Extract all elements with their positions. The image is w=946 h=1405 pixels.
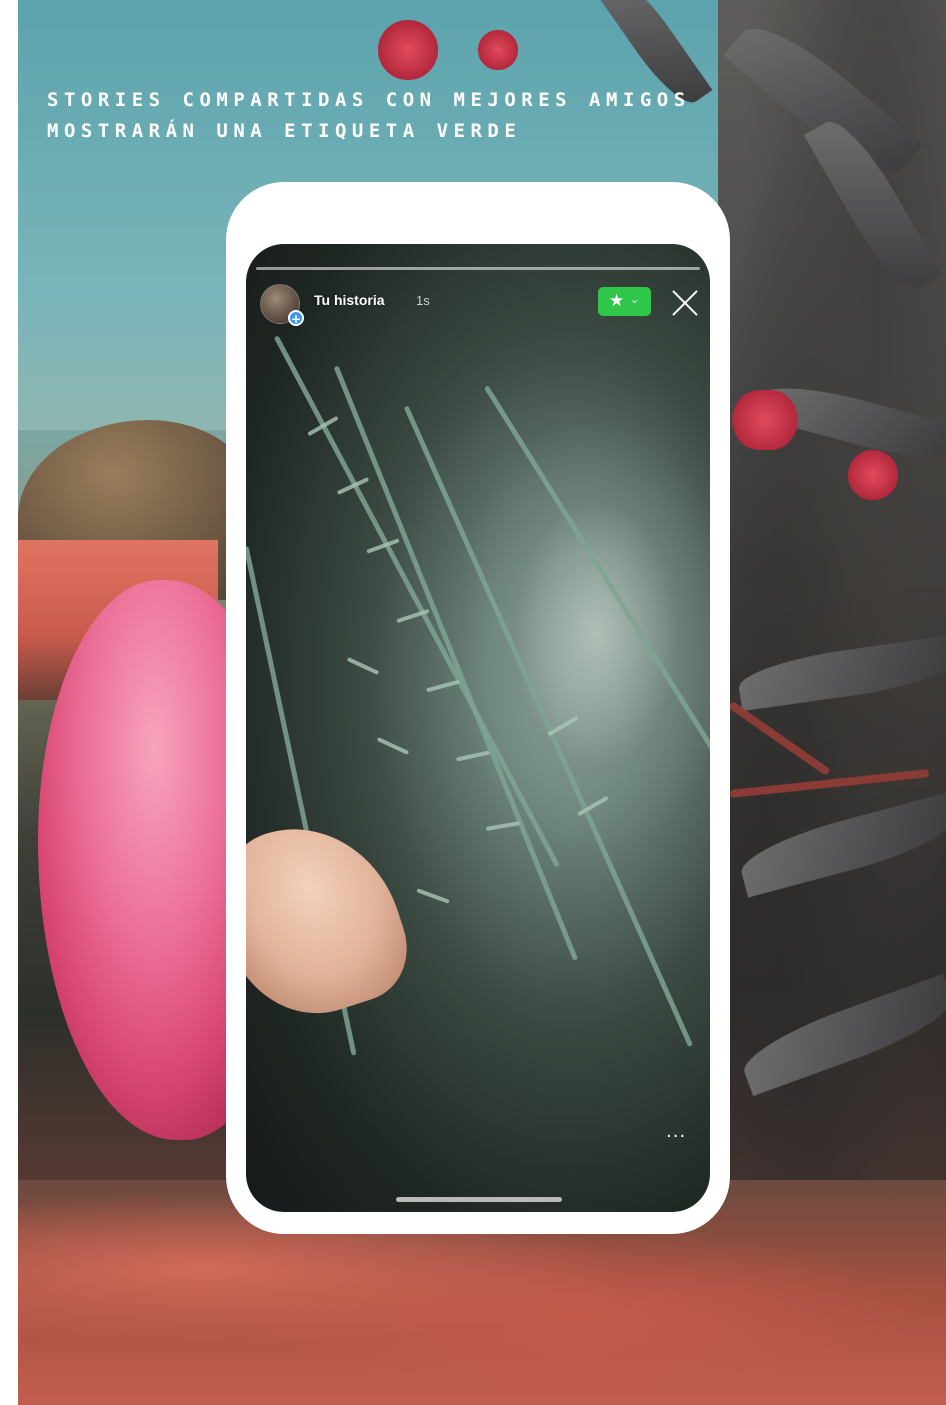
add-story-icon[interactable]: + bbox=[288, 310, 304, 326]
story-username[interactable]: Tu historia bbox=[314, 292, 385, 308]
fern-leaflet bbox=[416, 888, 450, 904]
story-progress-bar bbox=[256, 267, 700, 270]
story-screen[interactable]: + Tu historia 1s ★ ⌄ ··· bbox=[246, 244, 710, 1212]
red-flower bbox=[730, 390, 800, 450]
headline: Stories compartidas con mejores amigos m… bbox=[47, 85, 687, 147]
close-friends-badge[interactable]: ★ ⌄ bbox=[598, 287, 651, 316]
more-options-icon[interactable]: ··· bbox=[666, 1128, 692, 1146]
red-flower bbox=[848, 450, 898, 500]
fern-leaflet bbox=[376, 737, 410, 755]
close-icon[interactable] bbox=[670, 288, 700, 318]
fern-leaflet bbox=[426, 679, 460, 693]
headline-line-1: Stories compartidas con mejores amigos bbox=[47, 89, 691, 111]
star-icon: ★ bbox=[609, 291, 625, 311]
hand bbox=[246, 802, 422, 1036]
headline-line-2: mostrarán una etiqueta verde bbox=[47, 120, 522, 142]
chevron-down-icon: ⌄ bbox=[630, 293, 640, 306]
home-indicator[interactable] bbox=[396, 1197, 562, 1202]
fern-leaflet bbox=[346, 657, 380, 675]
phone-frame: + Tu historia 1s ★ ⌄ ··· bbox=[226, 182, 730, 1234]
red-flower bbox=[378, 20, 438, 80]
red-flower bbox=[478, 30, 518, 70]
story-timestamp: 1s bbox=[416, 293, 430, 308]
